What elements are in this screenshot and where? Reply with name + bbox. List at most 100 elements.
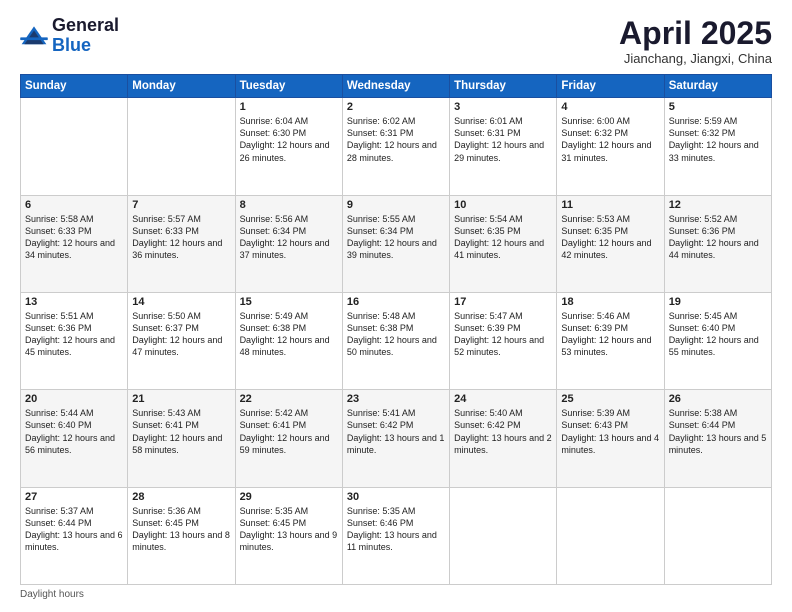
day-cell-2-4: 17 Sunrise: 5:47 AM Sunset: 6:39 PM Dayli…	[450, 292, 557, 389]
day-cell-1-4: 10 Sunrise: 5:54 AM Sunset: 6:35 PM Dayli…	[450, 195, 557, 292]
day-number: 1	[240, 101, 338, 113]
day-cell-1-0: 6 Sunrise: 5:58 AM Sunset: 6:33 PM Daylig…	[21, 195, 128, 292]
day-number: 30	[347, 491, 445, 503]
day-number: 28	[132, 491, 230, 503]
day-info: Sunrise: 6:04 AM Sunset: 6:30 PM Dayligh…	[240, 115, 338, 164]
day-number: 8	[240, 199, 338, 211]
day-cell-4-5	[557, 487, 664, 584]
day-number: 23	[347, 393, 445, 405]
day-number: 17	[454, 296, 552, 308]
logo-icon	[20, 25, 48, 47]
day-info: Sunrise: 5:56 AM Sunset: 6:34 PM Dayligh…	[240, 213, 338, 262]
day-cell-1-6: 12 Sunrise: 5:52 AM Sunset: 6:36 PM Dayli…	[664, 195, 771, 292]
day-cell-0-5: 4Sunrise: 6:00 AM Sunset: 6:32 PM Daylig…	[557, 98, 664, 195]
day-info: Sunrise: 6:02 AM Sunset: 6:31 PM Dayligh…	[347, 115, 445, 164]
logo-general: General	[52, 15, 119, 35]
day-cell-4-0: 27 Sunrise: 5:37 AM Sunset: 6:44 PM Dayli…	[21, 487, 128, 584]
day-cell-3-4: 24Sunrise: 5:40 AM Sunset: 6:42 PM Dayli…	[450, 390, 557, 487]
day-info: Sunrise: 5:45 AM Sunset: 6:40 PM Dayligh…	[669, 310, 767, 359]
week-row-3: 13Sunrise: 5:51 AM Sunset: 6:36 PM Dayli…	[21, 292, 772, 389]
day-number: 4	[561, 101, 659, 113]
day-number: 2	[347, 101, 445, 113]
day-cell-0-6: 5Sunrise: 5:59 AM Sunset: 6:32 PM Daylig…	[664, 98, 771, 195]
day-number: 11	[561, 199, 659, 211]
day-info: Sunrise: 5:51 AM Sunset: 6:36 PM Dayligh…	[25, 310, 123, 359]
day-cell-2-5: 18 Sunrise: 5:46 AM Sunset: 6:39 PM Dayli…	[557, 292, 664, 389]
day-number: 6	[25, 199, 123, 211]
day-cell-2-2: 15Sunrise: 5:49 AM Sunset: 6:38 PM Dayli…	[235, 292, 342, 389]
day-cell-4-4	[450, 487, 557, 584]
day-cell-2-3: 16 Sunrise: 5:48 AM Sunset: 6:38 PM Dayli…	[342, 292, 449, 389]
day-info: Sunrise: 5:41 AM Sunset: 6:42 PM Dayligh…	[347, 407, 445, 456]
day-info: Sunrise: 6:01 AM Sunset: 6:31 PM Dayligh…	[454, 115, 552, 164]
logo: General Blue	[20, 16, 119, 56]
page: General Blue April 2025 Jianchang, Jiang…	[0, 0, 792, 612]
day-cell-1-5: 11 Sunrise: 5:53 AM Sunset: 6:35 PM Dayli…	[557, 195, 664, 292]
day-cell-3-0: 20Sunrise: 5:44 AM Sunset: 6:40 PM Dayli…	[21, 390, 128, 487]
day-number: 26	[669, 393, 767, 405]
day-number: 24	[454, 393, 552, 405]
day-info: Sunrise: 5:50 AM Sunset: 6:37 PM Dayligh…	[132, 310, 230, 359]
day-cell-4-2: 29 Sunrise: 5:35 AM Sunset: 6:45 PM Dayli…	[235, 487, 342, 584]
day-info: Sunrise: 5:35 AM Sunset: 6:45 PM Dayligh…	[240, 505, 338, 554]
week-row-1: 1 Sunrise: 6:04 AM Sunset: 6:30 PM Daylig…	[21, 98, 772, 195]
day-info: Sunrise: 5:57 AM Sunset: 6:33 PM Dayligh…	[132, 213, 230, 262]
week-row-5: 27 Sunrise: 5:37 AM Sunset: 6:44 PM Dayli…	[21, 487, 772, 584]
day-cell-4-3: 30Sunrise: 5:35 AM Sunset: 6:46 PM Dayli…	[342, 487, 449, 584]
footer-note: Daylight hours	[20, 589, 772, 600]
day-info: Sunrise: 5:55 AM Sunset: 6:34 PM Dayligh…	[347, 213, 445, 262]
day-cell-3-5: 25Sunrise: 5:39 AM Sunset: 6:43 PM Dayli…	[557, 390, 664, 487]
day-info: Sunrise: 5:48 AM Sunset: 6:38 PM Dayligh…	[347, 310, 445, 359]
day-cell-1-1: 7Sunrise: 5:57 AM Sunset: 6:33 PM Daylig…	[128, 195, 235, 292]
day-info: Sunrise: 5:36 AM Sunset: 6:45 PM Dayligh…	[132, 505, 230, 554]
day-number: 3	[454, 101, 552, 113]
day-cell-4-1: 28 Sunrise: 5:36 AM Sunset: 6:45 PM Dayli…	[128, 487, 235, 584]
day-cell-0-3: 2 Sunrise: 6:02 AM Sunset: 6:31 PM Daylig…	[342, 98, 449, 195]
day-number: 27	[25, 491, 123, 503]
col-thursday: Thursday	[450, 75, 557, 98]
day-cell-3-1: 21Sunrise: 5:43 AM Sunset: 6:41 PM Dayli…	[128, 390, 235, 487]
title-block: April 2025 Jianchang, Jiangxi, China	[619, 16, 772, 66]
day-info: Sunrise: 5:38 AM Sunset: 6:44 PM Dayligh…	[669, 407, 767, 456]
header: General Blue April 2025 Jianchang, Jiang…	[20, 16, 772, 66]
day-info: Sunrise: 5:47 AM Sunset: 6:39 PM Dayligh…	[454, 310, 552, 359]
day-number: 16	[347, 296, 445, 308]
location-subtitle: Jianchang, Jiangxi, China	[619, 51, 772, 66]
week-row-4: 20Sunrise: 5:44 AM Sunset: 6:40 PM Dayli…	[21, 390, 772, 487]
col-friday: Friday	[557, 75, 664, 98]
day-cell-0-4: 3 Sunrise: 6:01 AM Sunset: 6:31 PM Daylig…	[450, 98, 557, 195]
calendar-table: Sunday Monday Tuesday Wednesday Thursday…	[20, 74, 772, 585]
day-number: 22	[240, 393, 338, 405]
day-info: Sunrise: 5:37 AM Sunset: 6:44 PM Dayligh…	[25, 505, 123, 554]
day-cell-0-0	[21, 98, 128, 195]
day-cell-1-3: 9 Sunrise: 5:55 AM Sunset: 6:34 PM Daylig…	[342, 195, 449, 292]
day-cell-2-0: 13Sunrise: 5:51 AM Sunset: 6:36 PM Dayli…	[21, 292, 128, 389]
day-cell-3-6: 26 Sunrise: 5:38 AM Sunset: 6:44 PM Dayli…	[664, 390, 771, 487]
day-number: 10	[454, 199, 552, 211]
day-number: 12	[669, 199, 767, 211]
col-monday: Monday	[128, 75, 235, 98]
col-wednesday: Wednesday	[342, 75, 449, 98]
day-number: 19	[669, 296, 767, 308]
day-info: Sunrise: 5:52 AM Sunset: 6:36 PM Dayligh…	[669, 213, 767, 262]
day-number: 18	[561, 296, 659, 308]
day-info: Sunrise: 5:44 AM Sunset: 6:40 PM Dayligh…	[25, 407, 123, 456]
col-sunday: Sunday	[21, 75, 128, 98]
day-info: Sunrise: 5:46 AM Sunset: 6:39 PM Dayligh…	[561, 310, 659, 359]
day-number: 9	[347, 199, 445, 211]
day-cell-3-3: 23 Sunrise: 5:41 AM Sunset: 6:42 PM Dayli…	[342, 390, 449, 487]
day-number: 25	[561, 393, 659, 405]
day-cell-0-1	[128, 98, 235, 195]
day-cell-0-2: 1 Sunrise: 6:04 AM Sunset: 6:30 PM Daylig…	[235, 98, 342, 195]
day-cell-1-2: 8 Sunrise: 5:56 AM Sunset: 6:34 PM Daylig…	[235, 195, 342, 292]
day-info: Sunrise: 5:54 AM Sunset: 6:35 PM Dayligh…	[454, 213, 552, 262]
day-cell-4-6	[664, 487, 771, 584]
day-info: Sunrise: 5:53 AM Sunset: 6:35 PM Dayligh…	[561, 213, 659, 262]
logo-text: General Blue	[52, 16, 119, 56]
day-cell-2-6: 19 Sunrise: 5:45 AM Sunset: 6:40 PM Dayli…	[664, 292, 771, 389]
day-info: Sunrise: 5:59 AM Sunset: 6:32 PM Dayligh…	[669, 115, 767, 164]
day-info: Sunrise: 5:58 AM Sunset: 6:33 PM Dayligh…	[25, 213, 123, 262]
day-cell-2-1: 14Sunrise: 5:50 AM Sunset: 6:37 PM Dayli…	[128, 292, 235, 389]
day-number: 29	[240, 491, 338, 503]
day-cell-3-2: 22Sunrise: 5:42 AM Sunset: 6:41 PM Dayli…	[235, 390, 342, 487]
